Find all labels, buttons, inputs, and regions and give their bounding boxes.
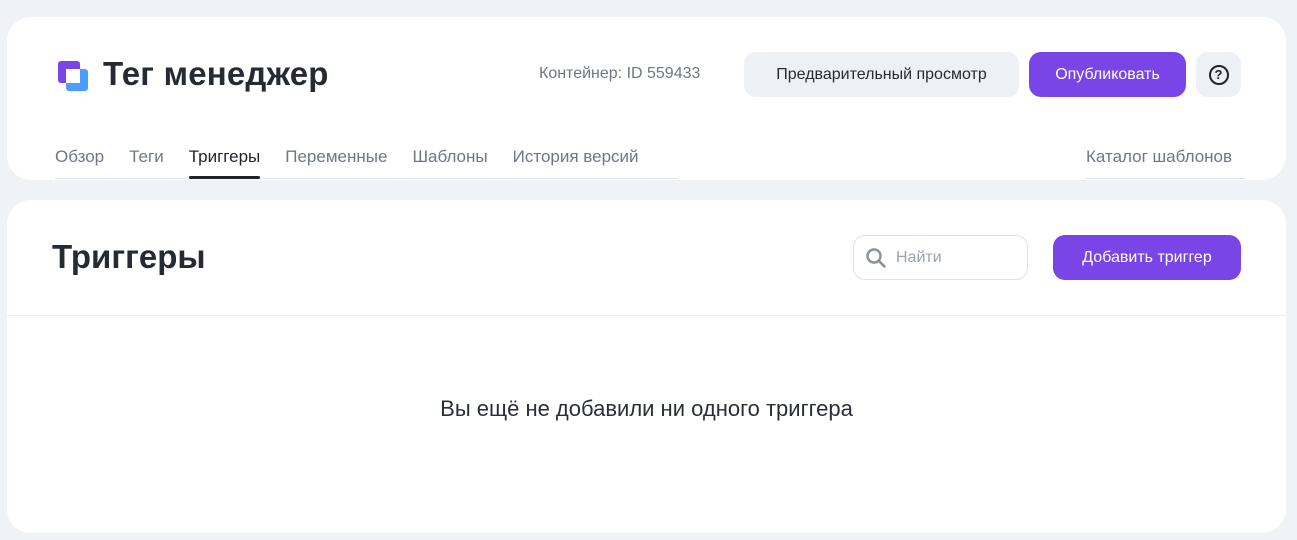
tab-variables[interactable]: Переменные bbox=[285, 147, 388, 179]
preview-button[interactable]: Предварительный просмотр bbox=[744, 52, 1019, 97]
container-id-label: Контейнер: ID 559433 bbox=[539, 65, 701, 82]
tab-triggers[interactable]: Триггеры bbox=[188, 147, 261, 179]
tab-tags[interactable]: Теги bbox=[129, 147, 164, 179]
template-catalog-link[interactable]: Каталог шаблонов bbox=[1086, 147, 1244, 179]
add-trigger-button[interactable]: Добавить триггер bbox=[1053, 235, 1241, 280]
tab-overview[interactable]: Обзор bbox=[55, 147, 105, 179]
help-circle-icon: ? bbox=[1208, 64, 1229, 85]
panel-divider bbox=[7, 315, 1286, 316]
search-icon bbox=[866, 247, 886, 268]
search-box[interactable] bbox=[853, 235, 1028, 280]
brand-title: Тег менеджер bbox=[103, 55, 329, 92]
tag-manager-logo-icon bbox=[58, 61, 88, 91]
nav-tabs: Обзор Теги Триггеры Переменные Шаблоны И… bbox=[55, 147, 645, 180]
header-card: Тег менеджер Контейнер: ID 559433 Предва… bbox=[7, 17, 1286, 180]
help-button[interactable]: ? bbox=[1196, 52, 1241, 97]
page-title: Триггеры bbox=[52, 238, 206, 275]
tab-templates[interactable]: Шаблоны bbox=[412, 147, 488, 179]
search-input[interactable] bbox=[896, 248, 1016, 267]
publish-button[interactable]: Опубликовать bbox=[1029, 52, 1186, 97]
tab-version-history[interactable]: История версий bbox=[512, 147, 645, 179]
triggers-panel: Триггеры Добавить триггер Вы ещё не доба… bbox=[7, 200, 1286, 533]
logo[interactable] bbox=[56, 56, 90, 96]
empty-state-message: Вы ещё не добавили ни одного триггера bbox=[440, 396, 853, 421]
